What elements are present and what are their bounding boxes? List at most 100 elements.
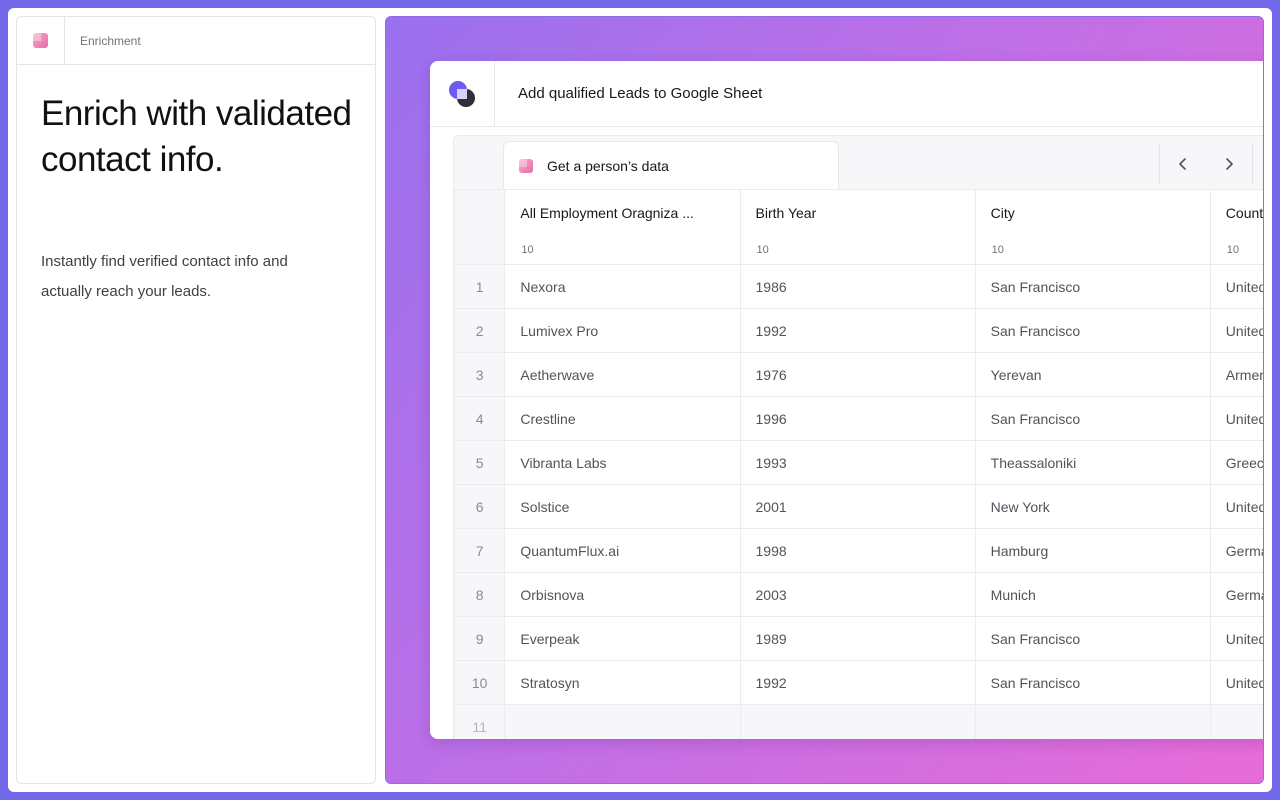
column-count: 10 xyxy=(504,236,741,265)
tab-label: Get a person’s data xyxy=(547,157,669,174)
table-row[interactable]: 4 Crestline 1996 San Francisco United St… xyxy=(454,396,1263,441)
table-row[interactable]: 7 QuantumFlux.ai 1998 Hamburg Germany xyxy=(454,528,1263,573)
cell-city[interactable]: Munich xyxy=(974,572,1211,617)
cell-birth-year[interactable]: 1989 xyxy=(739,616,976,661)
row-index: 1 xyxy=(454,264,506,309)
cell-organization[interactable]: Aetherwave xyxy=(504,352,741,397)
table-header-row: All Employment Oragniza ... Birth Year C… xyxy=(454,189,1263,237)
table-row[interactable]: 1 Nexora 1986 San Francisco United State… xyxy=(454,264,1263,309)
cell-city[interactable]: San Francisco xyxy=(974,396,1211,441)
table-row-empty[interactable]: 11 xyxy=(454,704,1263,739)
cell-country[interactable]: United States xyxy=(1209,484,1263,529)
cell-organization[interactable]: Lumivex Pro xyxy=(504,308,741,353)
row-index: 9 xyxy=(454,616,506,661)
data-sheet: Get a person’s data All Employment Oragn… xyxy=(453,135,1263,739)
row-index: 3 xyxy=(454,352,506,397)
feature-card-label: Enrichment xyxy=(80,33,141,48)
column-count-row: 10 10 10 10 xyxy=(454,236,1263,265)
cell-birth-year[interactable]: 2001 xyxy=(739,484,976,529)
feature-title: Enrich with validated contact info. xyxy=(41,94,352,179)
table-row[interactable]: 2 Lumivex Pro 1992 San Francisco United … xyxy=(454,308,1263,353)
table-row[interactable]: 9 Everpeak 1989 San Francisco United Sta… xyxy=(454,616,1263,661)
row-index: 11 xyxy=(454,704,506,739)
cell-country[interactable]: Armenia xyxy=(1209,352,1263,397)
cell-country[interactable]: Germany xyxy=(1209,572,1263,617)
column-header[interactable]: Country xyxy=(1209,189,1263,237)
table-row[interactable]: 10 Stratosyn 1992 San Francisco United S… xyxy=(454,660,1263,705)
cell-country[interactable]: United States xyxy=(1209,396,1263,441)
chevron-left-icon xyxy=(1179,158,1186,170)
column-count: 10 xyxy=(739,236,976,265)
row-index: 6 xyxy=(454,484,506,529)
cell-organization[interactable]: Solstice xyxy=(504,484,741,529)
table-row[interactable]: 5 Vibranta Labs 1993 Theassaloniki Greec… xyxy=(454,440,1263,485)
cell-city[interactable]: San Francisco xyxy=(974,264,1211,309)
chevron-right-icon xyxy=(1226,158,1233,170)
empty-cell[interactable] xyxy=(504,704,741,739)
row-index: 2 xyxy=(454,308,506,353)
column-count: 10 xyxy=(974,236,1211,265)
row-index: 8 xyxy=(454,572,506,617)
cell-birth-year[interactable]: 1986 xyxy=(739,264,976,309)
cell-city[interactable]: San Francisco xyxy=(974,616,1211,661)
cell-country[interactable]: United States xyxy=(1209,264,1263,309)
next-button[interactable] xyxy=(1214,149,1244,179)
preview-panel: Add qualified Leads to Google Sheet Get … xyxy=(385,16,1264,784)
feature-description: Instantly find verified contact info and… xyxy=(41,253,288,300)
cell-country[interactable]: United States xyxy=(1209,616,1263,661)
cell-city[interactable]: Yerevan xyxy=(974,352,1211,397)
workflow-window: Add qualified Leads to Google Sheet Get … xyxy=(430,61,1263,739)
cell-birth-year[interactable]: 1998 xyxy=(739,528,976,573)
row-index: 10 xyxy=(454,660,506,705)
enrichment-logo-icon xyxy=(519,158,533,173)
cell-organization[interactable]: QuantumFlux.ai xyxy=(504,528,741,573)
data-table: All Employment Oragniza ... Birth Year C… xyxy=(454,189,1263,739)
cell-organization[interactable]: Stratosyn xyxy=(504,660,741,705)
index-header xyxy=(454,189,506,237)
cell-city[interactable]: New York xyxy=(974,484,1211,529)
workflow-header: Add qualified Leads to Google Sheet xyxy=(430,61,1263,127)
sheet-tabbar: Get a person’s data xyxy=(454,136,1263,189)
column-header[interactable]: City xyxy=(974,189,1211,237)
cell-city[interactable]: San Francisco xyxy=(974,660,1211,705)
workflow-title: Add qualified Leads to Google Sheet xyxy=(518,85,763,102)
cell-birth-year[interactable]: 1992 xyxy=(739,308,976,353)
cell-country[interactable]: United States xyxy=(1209,660,1263,705)
row-index: 7 xyxy=(454,528,506,573)
feature-card-header: Enrichment xyxy=(17,17,375,65)
cell-birth-year[interactable]: 1992 xyxy=(739,660,976,705)
cell-city[interactable]: Hamburg xyxy=(974,528,1211,573)
enrichment-logo-icon xyxy=(33,33,48,48)
cell-country[interactable]: Germany xyxy=(1209,528,1263,573)
cell-organization[interactable]: Orbisnova xyxy=(504,572,741,617)
row-index: 4 xyxy=(454,396,506,441)
cell-organization[interactable]: Everpeak xyxy=(504,616,741,661)
empty-cell[interactable] xyxy=(974,704,1211,739)
workflow-logo-cell xyxy=(430,61,495,126)
cell-birth-year[interactable]: 1996 xyxy=(739,396,976,441)
tab-get-person-data[interactable]: Get a person’s data xyxy=(503,141,839,189)
prev-button[interactable] xyxy=(1168,149,1198,179)
table-row[interactable]: 3 Aetherwave 1976 Yerevan Armenia xyxy=(454,352,1263,397)
cell-birth-year[interactable]: 1976 xyxy=(739,352,976,397)
cell-country[interactable]: United States xyxy=(1209,308,1263,353)
cell-organization[interactable]: Vibranta Labs xyxy=(504,440,741,485)
cell-birth-year[interactable]: 2003 xyxy=(739,572,976,617)
row-index: 5 xyxy=(454,440,506,485)
cell-organization[interactable]: Nexora xyxy=(504,264,741,309)
empty-cell[interactable] xyxy=(739,704,976,739)
cell-city[interactable]: Theassaloniki xyxy=(974,440,1211,485)
cell-country[interactable]: Greece xyxy=(1209,440,1263,485)
empty-cell[interactable] xyxy=(1209,704,1263,739)
pagination-nav xyxy=(1159,144,1253,184)
feature-card: Enrichment Enrich with validated contact… xyxy=(16,16,376,784)
column-header[interactable]: All Employment Oragniza ... xyxy=(504,189,741,237)
feature-logo-cell xyxy=(17,17,65,65)
column-header[interactable]: Birth Year xyxy=(739,189,976,237)
cell-organization[interactable]: Crestline xyxy=(504,396,741,441)
cell-city[interactable]: San Francisco xyxy=(974,308,1211,353)
table-row[interactable]: 8 Orbisnova 2003 Munich Germany xyxy=(454,572,1263,617)
table-row[interactable]: 6 Solstice 2001 New York United States xyxy=(454,484,1263,529)
cell-birth-year[interactable]: 1993 xyxy=(739,440,976,485)
column-count: 10 xyxy=(1209,236,1263,265)
